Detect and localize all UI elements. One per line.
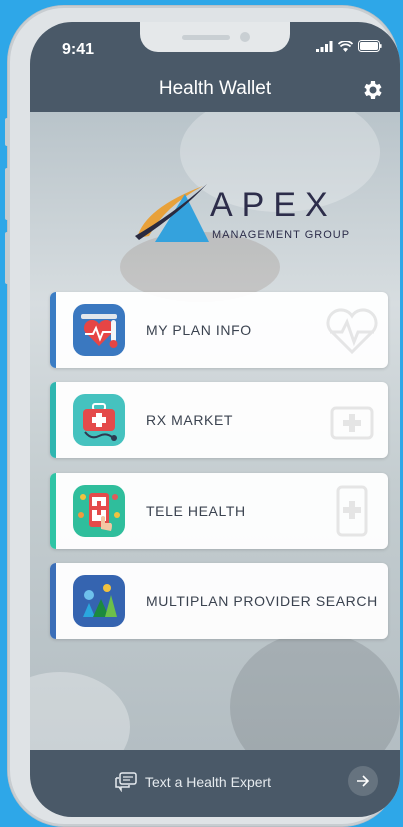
heart-pulse-icon <box>326 308 378 355</box>
wifi-icon <box>338 40 353 52</box>
menu-item-label: RX MARKET <box>146 412 234 428</box>
app-header: 9:41 Health Wallet <box>30 22 400 112</box>
menu-item-label: TELE HEALTH <box>146 503 246 519</box>
background-photo: APEX MANAGEMENT GROUP MY PLAN INFO RX MA… <box>30 112 400 750</box>
menu-item-rx-market[interactable]: RX MARKET <box>50 382 388 458</box>
status-time: 9:41 <box>62 41 95 58</box>
status-icons <box>316 40 382 52</box>
card-accent <box>50 563 56 639</box>
chat-icon <box>115 772 137 792</box>
volume-up-button <box>5 168 9 220</box>
signal-icon <box>316 40 333 52</box>
medical-kit-icon <box>73 394 125 446</box>
footer-text: Text a Health Expert <box>145 774 272 790</box>
screen: 9:41 Health Wallet APEX MANAGEMENT GROUP… <box>30 22 400 817</box>
arrow-right-button[interactable] <box>348 766 378 796</box>
pharmacy-icon <box>330 406 374 440</box>
logo-brand: APEX <box>210 186 337 224</box>
menu-item-multiplan-provider-search[interactable]: MULTIPLAN PROVIDER SEARCH <box>50 563 388 639</box>
mute-switch <box>5 118 9 146</box>
card-accent <box>50 292 56 368</box>
phone-frame: 9:41 Health Wallet APEX MANAGEMENT GROUP… <box>5 6 400 826</box>
card-accent <box>50 473 56 549</box>
arrow-right-icon <box>357 775 370 787</box>
menu-item-my-plan-info[interactable]: MY PLAN INFO <box>50 292 388 368</box>
camera <box>240 32 250 42</box>
notch <box>140 22 290 52</box>
phone-medical-icon <box>73 485 125 537</box>
tablet-medical-icon <box>336 485 368 537</box>
menu-item-label: MULTIPLAN PROVIDER SEARCH <box>146 593 378 609</box>
menu-item-label: MY PLAN INFO <box>146 322 252 338</box>
menu-item-tele-health[interactable]: TELE HEALTH <box>50 473 388 549</box>
page-title: Health Wallet <box>158 78 272 99</box>
speaker <box>182 35 230 40</box>
multiplan-logo-icon <box>73 575 125 627</box>
gear-icon[interactable] <box>360 78 384 102</box>
volume-down-button <box>5 232 9 284</box>
card-accent <box>50 382 56 458</box>
heart-thermometer-icon <box>73 304 125 356</box>
logo-subtitle: MANAGEMENT GROUP <box>212 229 351 241</box>
text-health-expert-bar[interactable]: Text a Health Expert <box>30 750 400 817</box>
battery-icon <box>358 40 382 52</box>
